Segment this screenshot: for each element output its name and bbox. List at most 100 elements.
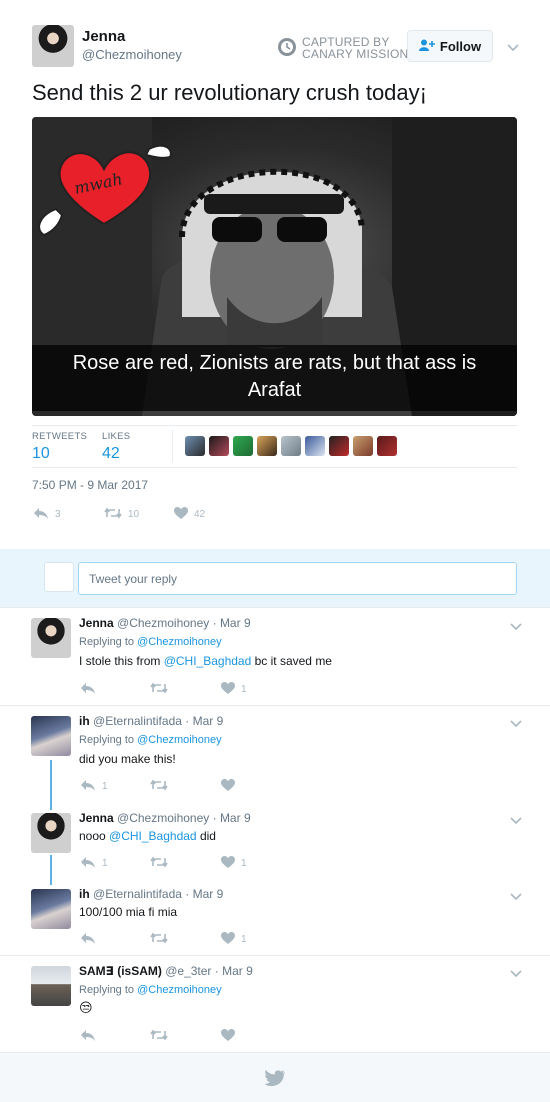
chevron-down-icon[interactable] — [509, 619, 523, 631]
liker-avatar[interactable] — [377, 436, 397, 456]
reply-avatar[interactable] — [31, 966, 71, 1006]
captured-line2: CANARY MISSION — [302, 47, 409, 61]
likes-label: LIKES — [102, 431, 131, 442]
retweet-action[interactable]: 10 — [104, 507, 139, 522]
reply-text: nooo @CHI_Baghdad did — [79, 829, 216, 843]
liker-avatars[interactable] — [185, 436, 397, 456]
chevron-down-icon[interactable] — [506, 40, 520, 52]
reply-header: Jenna @Chezmoihoney · Mar 9 — [79, 811, 251, 825]
retweet-action[interactable] — [150, 779, 174, 794]
tweet-reply-input[interactable]: Tweet your reply — [78, 562, 517, 595]
twitter-bird-icon[interactable] — [264, 1070, 285, 1091]
author-handle[interactable]: @Chezmoihoney — [82, 47, 182, 62]
reply-action[interactable] — [80, 932, 102, 947]
like-action[interactable]: 42 — [174, 507, 205, 522]
likes-stat[interactable]: LIKES 42 — [102, 431, 130, 463]
retweet-action[interactable] — [150, 682, 174, 697]
reply-count: 1 — [102, 858, 108, 869]
chevron-down-icon[interactable] — [509, 966, 523, 978]
like-action[interactable]: 1 — [221, 682, 247, 697]
like-count: 1 — [241, 934, 247, 945]
reply-author-name[interactable]: SAM∃ (isSAM) — [79, 964, 162, 978]
retweets-stat[interactable]: RETWEETS 10 — [32, 431, 87, 463]
replying-to: Replying to @Chezmoihoney — [79, 984, 222, 996]
stats-bottom-divider — [32, 467, 517, 468]
reply-avatar[interactable] — [31, 813, 71, 853]
reply-date[interactable]: · Mar 9 — [215, 964, 253, 978]
like-action[interactable]: 1 — [221, 932, 247, 947]
reply-date[interactable]: · Mar 9 — [213, 616, 251, 630]
reply-divider — [0, 705, 550, 706]
liker-avatar[interactable] — [305, 436, 325, 456]
author-name[interactable]: Jenna — [82, 28, 125, 45]
liker-avatar[interactable] — [353, 436, 373, 456]
reply-mention[interactable]: @CHI_Baghdad — [164, 654, 252, 668]
heart-icon — [174, 507, 188, 522]
tweet-media[interactable]: mwah Rose are red, Zionists are rats, bu… — [32, 117, 517, 416]
caption-line2: Arafat — [247, 379, 302, 401]
reply-action[interactable]: 1 — [80, 856, 108, 871]
reply-author-name[interactable]: Jenna — [79, 616, 114, 630]
reply-author-name[interactable]: Jenna — [79, 811, 114, 825]
reply-author-handle[interactable]: @e_3ter — [165, 964, 211, 978]
reply-mention[interactable]: @CHI_Baghdad — [109, 829, 197, 843]
retweets-label: RETWEETS — [32, 431, 88, 442]
like-action[interactable] — [221, 779, 241, 794]
chevron-down-icon[interactable] — [509, 889, 523, 901]
captured-by-label: CAPTURED BY CANARY MISSION — [302, 36, 408, 60]
chevron-down-icon[interactable] — [509, 813, 523, 825]
thread-connector — [50, 855, 52, 885]
reply-avatar-placeholder — [44, 562, 74, 592]
replying-to-label: Replying to — [79, 984, 135, 996]
reply-author-handle[interactable]: @Eternalintifada — [93, 887, 182, 901]
replying-to-label: Replying to — [79, 636, 135, 648]
liker-avatar[interactable] — [281, 436, 301, 456]
reply-date[interactable]: · Mar 9 — [185, 714, 223, 728]
reply-date[interactable]: · Mar 9 — [185, 887, 223, 901]
tweet-timestamp[interactable]: 7:50 PM - 9 Mar 2017 — [32, 478, 148, 492]
retweet-action[interactable] — [150, 932, 174, 947]
heart-icon — [221, 932, 235, 947]
stats-top-divider — [32, 425, 517, 426]
reply-icon — [80, 779, 96, 794]
liker-avatar[interactable] — [209, 436, 229, 456]
reply-action[interactable]: 1 — [80, 779, 108, 794]
author-avatar[interactable] — [32, 25, 74, 67]
reply-author-handle[interactable]: @Chezmoihoney — [117, 811, 209, 825]
reply-date[interactable]: · Mar 9 — [213, 811, 251, 825]
reply-icon — [80, 682, 96, 697]
retweet-count: 10 — [128, 509, 140, 520]
reply-text: 100/100 mia fi mia — [79, 905, 178, 919]
chevron-down-icon[interactable] — [509, 716, 523, 728]
like-action[interactable]: 1 — [221, 856, 247, 871]
reply-avatar[interactable] — [31, 716, 71, 756]
retweet-action[interactable] — [150, 1029, 174, 1044]
replying-to-handle[interactable]: @Chezmoihoney — [137, 734, 222, 746]
reply-avatar[interactable] — [31, 889, 71, 929]
reply-icon — [80, 932, 96, 947]
canary-mission-icon — [277, 37, 297, 57]
reply-action[interactable] — [80, 1029, 102, 1044]
reply-author-name[interactable]: ih — [79, 887, 90, 901]
like-count: 1 — [241, 858, 247, 869]
liker-avatar[interactable] — [185, 436, 205, 456]
liker-avatar[interactable] — [233, 436, 253, 456]
follow-button[interactable]: Follow — [407, 30, 493, 62]
replying-to: Replying to @Chezmoihoney — [79, 734, 222, 746]
reply-author-handle[interactable]: @Chezmoihoney — [117, 616, 209, 630]
reply-action[interactable] — [80, 682, 102, 697]
reply-action[interactable]: 3 — [33, 507, 61, 522]
reply-header: SAM∃ (isSAM) @e_3ter · Mar 9 — [79, 964, 253, 978]
reply-author-name[interactable]: ih — [79, 714, 90, 728]
like-action[interactable] — [221, 1029, 241, 1044]
tweet-text: Send this 2 ur revolutionary crush today… — [32, 80, 427, 105]
replying-to-handle[interactable]: @Chezmoihoney — [137, 636, 222, 648]
reply-author-handle[interactable]: @Eternalintifada — [93, 714, 182, 728]
retweet-action[interactable] — [150, 856, 174, 871]
reply-avatar[interactable] — [31, 618, 71, 658]
liker-avatar[interactable] — [257, 436, 277, 456]
liker-avatar[interactable] — [329, 436, 349, 456]
replying-to-handle[interactable]: @Chezmoihoney — [137, 984, 222, 996]
reply-text: did you make this! — [79, 752, 176, 766]
media-caption: Rose are red, Zionists are rats, but tha… — [32, 345, 517, 411]
